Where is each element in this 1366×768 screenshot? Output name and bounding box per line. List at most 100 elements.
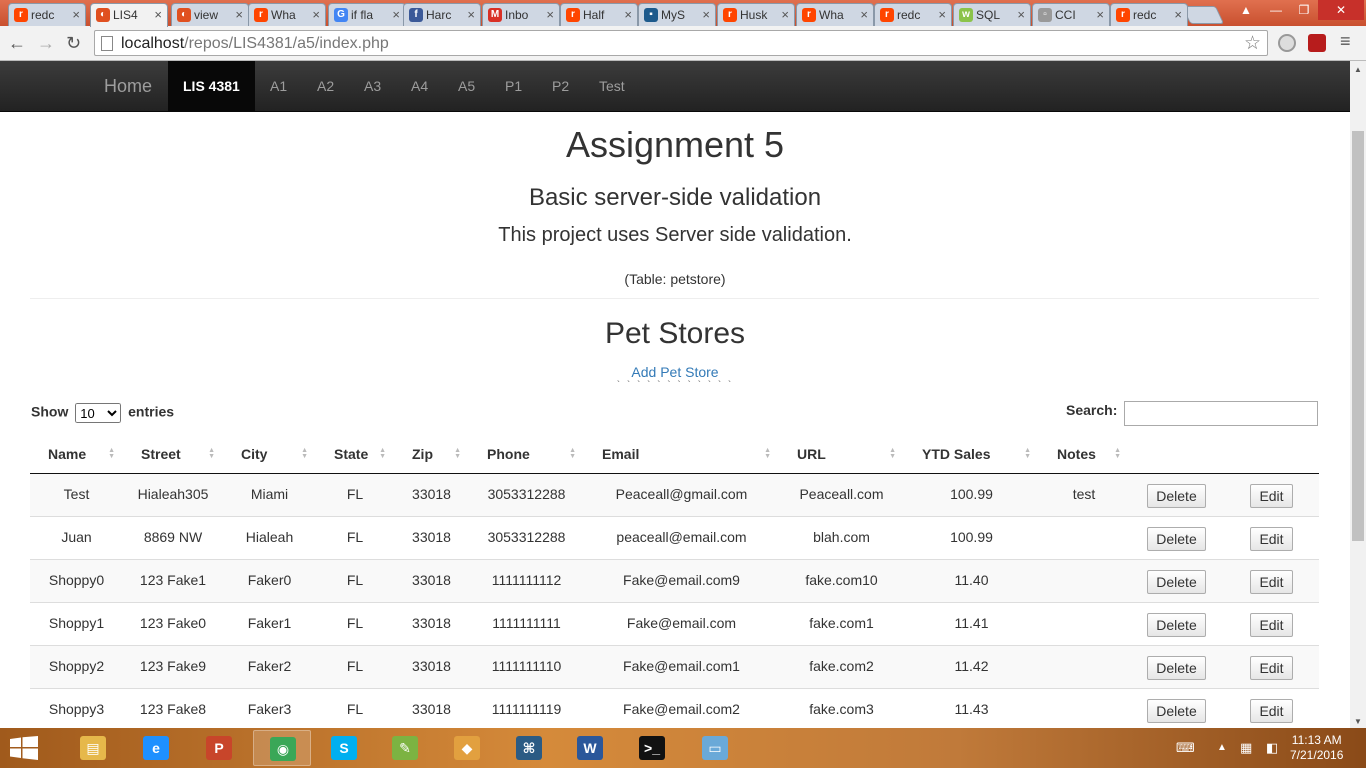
- taskbar-app-button[interactable]: S: [315, 730, 373, 766]
- page-scrollbar[interactable]: ▲ ▼: [1350, 61, 1366, 728]
- nav-link[interactable]: P1: [490, 61, 537, 111]
- delete-button[interactable]: Delete: [1147, 655, 1206, 680]
- tab-close-icon[interactable]: ×: [467, 7, 475, 22]
- nav-link[interactable]: A2: [302, 61, 349, 111]
- browser-tab[interactable]: w SQL ×: [953, 3, 1031, 26]
- address-url[interactable]: localhost/repos/LIS4381/a5/index.php: [121, 35, 389, 53]
- sort-icon[interactable]: ▲ ▼: [108, 447, 115, 460]
- browser-tab[interactable]: f Harc ×: [403, 3, 481, 26]
- delete-button[interactable]: Delete: [1147, 569, 1206, 594]
- show-hidden-icons[interactable]: ▲: [1217, 742, 1227, 753]
- tab-close-icon[interactable]: ×: [546, 7, 554, 22]
- keyboard-icon[interactable]: ⌨: [1176, 740, 1195, 756]
- taskbar-app-button[interactable]: ◉: [253, 730, 311, 766]
- tab-close-icon[interactable]: ×: [624, 7, 632, 22]
- scroll-down-icon[interactable]: ▼: [1354, 717, 1362, 726]
- tab-close-icon[interactable]: ×: [1174, 7, 1182, 22]
- column-header[interactable]: Email ▲ ▼: [584, 436, 779, 474]
- nav-link[interactable]: A4: [396, 61, 443, 111]
- column-header[interactable]: YTD Sales ▲ ▼: [904, 436, 1039, 474]
- minimize-icon[interactable]: —: [1262, 0, 1290, 20]
- delete-button[interactable]: Delete: [1147, 612, 1206, 637]
- tab-close-icon[interactable]: ×: [72, 7, 80, 22]
- edit-button[interactable]: Edit: [1250, 526, 1293, 551]
- address-bar[interactable]: localhost/repos/LIS4381/a5/index.php ☆: [94, 30, 1268, 56]
- windows-start-icon[interactable]: [10, 736, 38, 760]
- taskbar-app-button[interactable]: e: [127, 730, 185, 766]
- sort-icon[interactable]: ▲ ▼: [1024, 447, 1031, 460]
- column-header[interactable]: Notes ▲ ▼: [1039, 436, 1129, 474]
- browser-tab[interactable]: ◐ view ×: [171, 3, 249, 26]
- nav-link[interactable]: P2: [537, 61, 584, 111]
- delete-button[interactable]: Delete: [1147, 526, 1206, 551]
- edit-button[interactable]: Edit: [1250, 483, 1293, 508]
- nav-link[interactable]: Test: [584, 61, 640, 111]
- bookmark-star-icon[interactable]: ☆: [1244, 32, 1261, 55]
- scroll-up-icon[interactable]: ▲: [1354, 65, 1362, 74]
- browser-tab[interactable]: r Wha ×: [248, 3, 326, 26]
- taskbar-app-button[interactable]: W: [561, 730, 619, 766]
- tab-close-icon[interactable]: ×: [154, 7, 162, 22]
- column-header[interactable]: Street ▲ ▼: [123, 436, 223, 474]
- browser-tab[interactable]: M Inbo ×: [482, 3, 560, 26]
- browser-tab[interactable]: r redc ×: [1110, 3, 1188, 26]
- scrollbar-thumb[interactable]: [1352, 131, 1364, 541]
- sort-icon[interactable]: ▲ ▼: [454, 447, 461, 460]
- menu-icon[interactable]: ≡: [1340, 31, 1351, 52]
- volume-icon[interactable]: ◧: [1266, 740, 1278, 756]
- browser-tab[interactable]: ◐ LIS4 ×: [90, 3, 168, 27]
- delete-button[interactable]: Delete: [1147, 698, 1206, 723]
- tab-close-icon[interactable]: ×: [392, 7, 400, 22]
- tab-close-icon[interactable]: ×: [702, 7, 710, 22]
- browser-tab[interactable]: r Husk ×: [717, 3, 795, 26]
- browser-tab[interactable]: r redc ×: [8, 3, 86, 26]
- sort-icon[interactable]: ▲ ▼: [569, 447, 576, 460]
- edit-button[interactable]: Edit: [1250, 612, 1293, 637]
- taskbar-app-button[interactable]: P: [190, 730, 248, 766]
- navbar-brand-home[interactable]: Home: [104, 76, 152, 97]
- edit-button[interactable]: Edit: [1250, 569, 1293, 594]
- tab-close-icon[interactable]: ×: [938, 7, 946, 22]
- browser-tab[interactable]: ▫ CCI ×: [1032, 3, 1110, 26]
- edit-button[interactable]: Edit: [1250, 655, 1293, 680]
- tab-close-icon[interactable]: ×: [235, 7, 243, 22]
- reload-icon[interactable]: ↻: [66, 33, 81, 54]
- network-icon[interactable]: ▦: [1240, 740, 1252, 756]
- ublock-icon[interactable]: [1308, 34, 1326, 52]
- taskbar-app-button[interactable]: ✎: [376, 730, 434, 766]
- column-header[interactable]: Name ▲ ▼: [30, 436, 123, 474]
- nav-link[interactable]: A3: [349, 61, 396, 111]
- forward-icon[interactable]: →: [37, 33, 55, 54]
- tab-close-icon[interactable]: ×: [312, 7, 320, 22]
- browser-tab[interactable]: r Half ×: [560, 3, 638, 26]
- tab-close-icon[interactable]: ×: [781, 7, 789, 22]
- tab-close-icon[interactable]: ×: [860, 7, 868, 22]
- taskbar-app-button[interactable]: ▭: [686, 730, 744, 766]
- tab-close-icon[interactable]: ×: [1017, 7, 1025, 22]
- taskbar-app-button[interactable]: ◆: [438, 730, 496, 766]
- taskbar-app-button[interactable]: >_: [623, 730, 681, 766]
- sort-icon[interactable]: ▲ ▼: [1114, 447, 1121, 460]
- browser-tab[interactable]: r Wha ×: [796, 3, 874, 26]
- taskbar-app-button[interactable]: ▤: [64, 730, 122, 766]
- sort-icon[interactable]: ▲ ▼: [301, 447, 308, 460]
- entries-select[interactable]: 10: [75, 403, 122, 423]
- browser-tab[interactable]: ▪ MyS ×: [638, 3, 716, 26]
- system-clock[interactable]: 11:13 AM 7/21/2016: [1290, 733, 1343, 763]
- add-pet-store-link[interactable]: Add Pet Store: [0, 364, 1350, 380]
- back-icon[interactable]: ←: [8, 33, 26, 54]
- new-tab-button[interactable]: [1181, 6, 1225, 24]
- browser-tab[interactable]: Gif fla ×: [328, 3, 406, 26]
- delete-button[interactable]: Delete: [1147, 483, 1206, 508]
- sort-icon[interactable]: ▲ ▼: [889, 447, 896, 460]
- restore-icon[interactable]: ❐: [1290, 0, 1318, 20]
- column-header[interactable]: City ▲ ▼: [223, 436, 316, 474]
- nav-link[interactable]: A1: [255, 61, 302, 111]
- taskbar-app-button[interactable]: ⌘: [500, 730, 558, 766]
- column-header[interactable]: State ▲ ▼: [316, 436, 394, 474]
- sort-icon[interactable]: ▲ ▼: [764, 447, 771, 460]
- sort-icon[interactable]: ▲ ▼: [379, 447, 386, 460]
- nav-link[interactable]: LIS 4381: [168, 61, 255, 111]
- tab-close-icon[interactable]: ×: [1096, 7, 1104, 22]
- sort-icon[interactable]: ▲ ▼: [208, 447, 215, 460]
